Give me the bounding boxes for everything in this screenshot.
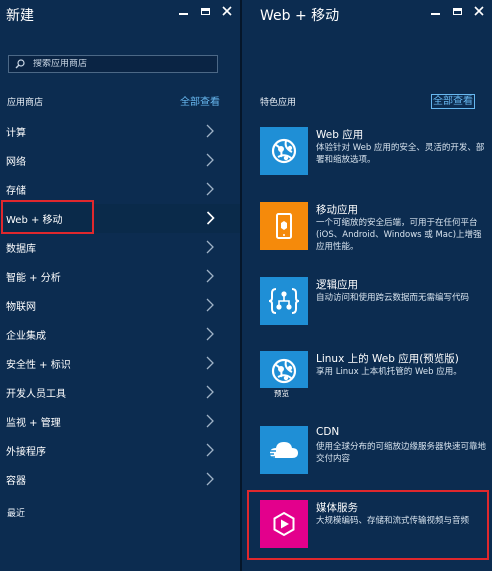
app-tile xyxy=(260,202,308,250)
chevron-right-icon xyxy=(206,472,214,486)
category-enterprise-integration[interactable]: 企业集成 xyxy=(0,320,240,349)
web-mobile-blade-controls xyxy=(428,4,486,18)
chevron-right-icon xyxy=(206,124,214,138)
category-databases[interactable]: 数据库 xyxy=(0,233,240,262)
category-iot[interactable]: 物联网 xyxy=(0,291,240,320)
chevron-right-icon xyxy=(206,327,214,341)
category-web-mobile[interactable]: Web + 移动 xyxy=(0,204,240,233)
category-label: 网络 xyxy=(6,157,26,168)
app-name: 逻辑应用 xyxy=(316,279,358,291)
chevron-right-icon xyxy=(206,298,214,312)
see-all-link[interactable]: 全部查看 xyxy=(180,93,220,108)
chevron-right-icon xyxy=(206,385,214,399)
app-description: 大规模编码、存储和流式传输视频与音频 xyxy=(316,516,470,526)
app-description: 自动访问和使用跨云数据而无需编写代码 xyxy=(316,293,470,303)
web-mobile-blade-header: Web + 移动 xyxy=(242,0,492,40)
chevron-right-icon xyxy=(206,356,214,370)
chevron-right-icon xyxy=(206,269,214,283)
category-label: 监视 + 管理 xyxy=(6,418,61,429)
app-name: 媒体服务 xyxy=(316,502,358,514)
marketplace-label: 应用商店 xyxy=(7,98,44,108)
app-description: 一个可缩放的安全后端，可用于在任何平台(iOS、Android、Windows … xyxy=(316,218,482,252)
category-label: 容器 xyxy=(6,476,26,487)
minimize-icon xyxy=(178,13,188,15)
minimize-button[interactable] xyxy=(176,4,190,18)
maximize-button[interactable] xyxy=(450,4,464,18)
category-label: 安全性 + 标识 xyxy=(6,360,71,371)
app-name: CDN xyxy=(316,426,340,438)
close-icon xyxy=(222,6,232,16)
new-blade-controls xyxy=(176,4,234,18)
chevron-right-icon xyxy=(206,182,214,196)
app-name: 移动应用 xyxy=(316,204,358,216)
cloud-icon xyxy=(267,442,298,458)
close-icon xyxy=(474,6,484,16)
app-tile xyxy=(260,277,308,325)
chevron-right-icon xyxy=(206,211,215,225)
search-input[interactable] xyxy=(25,59,203,69)
web-mobile-blade-title: Web + 移动 xyxy=(260,8,340,24)
category-label: Web + 移动 xyxy=(6,215,63,226)
see-all-link[interactable]: 全部查看 xyxy=(431,94,475,109)
category-add-ons[interactable]: 外接程序 xyxy=(0,436,240,465)
app-tile xyxy=(260,127,308,175)
app-name: Linux 上的 Web 应用(预览版) xyxy=(316,353,459,365)
app-name: Web 应用 xyxy=(316,129,364,141)
category-containers[interactable]: 容器 xyxy=(0,465,240,494)
search-icon xyxy=(15,59,25,69)
chevron-right-icon xyxy=(206,153,214,167)
category-label: 计算 xyxy=(6,128,26,139)
featured-apps-label: 特色应用 xyxy=(260,98,297,108)
new-blade: 新建 应用商店 全部查看 计算 网络 存储 Web + 移动 数据库 智能 + … xyxy=(0,0,240,571)
maximize-icon xyxy=(200,7,210,15)
category-intelligence-analytics[interactable]: 智能 + 分析 xyxy=(0,262,240,291)
category-security-identity[interactable]: 安全性 + 标识 xyxy=(0,349,240,378)
recent-label: 最近 xyxy=(7,509,26,519)
category-list: 计算 网络 存储 Web + 移动 数据库 智能 + 分析 物联网 企业集成 安… xyxy=(0,117,240,494)
category-label: 物联网 xyxy=(6,302,36,313)
logic-app-icon xyxy=(268,288,300,314)
app-description: 享用 Linux 上本机托管的 Web 应用。 xyxy=(316,367,462,377)
close-button[interactable] xyxy=(220,4,234,18)
mobile-app-icon xyxy=(276,213,292,239)
chevron-right-icon xyxy=(206,443,214,457)
category-label: 开发人员工具 xyxy=(6,389,66,400)
app-tile: 预览 xyxy=(260,351,308,399)
app-tile xyxy=(260,500,308,548)
new-blade-header: 新建 xyxy=(0,0,240,40)
category-developer-tools[interactable]: 开发人员工具 xyxy=(0,378,240,407)
close-button[interactable] xyxy=(472,4,486,18)
category-label: 企业集成 xyxy=(6,331,46,342)
web-mobile-blade: Web + 移动 特色应用 全部查看 Web 应用 体验针对 Web 应用的安全… xyxy=(242,0,492,571)
app-description: 使用全球分布的可缩放边缘服务器快速可靠地交付内容 xyxy=(316,442,487,464)
marketplace-search[interactable] xyxy=(8,55,218,73)
category-label: 外接程序 xyxy=(6,447,46,458)
minimize-button[interactable] xyxy=(428,4,442,18)
app-description: 体验针对 Web 应用的安全、灵活的开发、部署和缩放选项。 xyxy=(316,143,485,165)
new-blade-title: 新建 xyxy=(6,8,34,24)
category-monitoring-management[interactable]: 监视 + 管理 xyxy=(0,407,240,436)
category-networking[interactable]: 网络 xyxy=(0,146,240,175)
preview-badge: 预览 xyxy=(260,388,308,399)
maximize-icon xyxy=(452,7,462,15)
category-label: 数据库 xyxy=(6,244,36,255)
maximize-button[interactable] xyxy=(198,4,212,18)
category-label: 存储 xyxy=(6,186,26,197)
minimize-icon xyxy=(430,13,440,15)
category-label: 智能 + 分析 xyxy=(6,273,61,284)
globe-icon xyxy=(271,138,297,164)
category-compute[interactable]: 计算 xyxy=(0,117,240,146)
app-tile xyxy=(260,426,308,474)
media-icon xyxy=(273,511,295,537)
category-storage[interactable]: 存储 xyxy=(0,175,240,204)
chevron-right-icon xyxy=(206,414,214,428)
chevron-right-icon xyxy=(206,240,214,254)
globe-icon xyxy=(271,358,297,384)
